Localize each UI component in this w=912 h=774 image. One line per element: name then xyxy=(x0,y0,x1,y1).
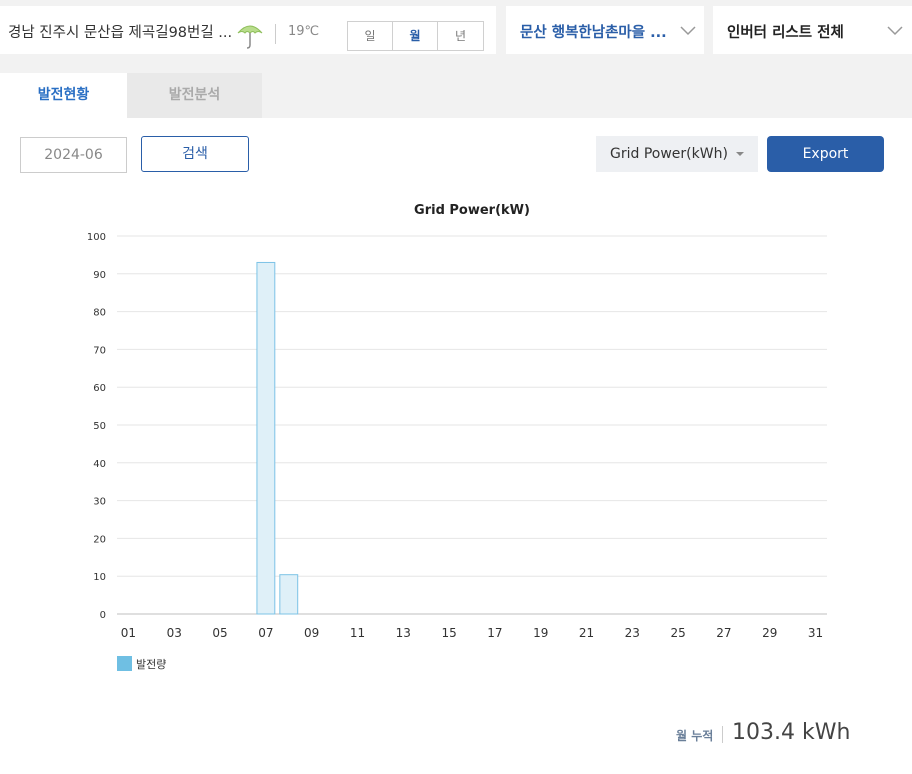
y-tick-label: 80 xyxy=(93,308,106,319)
x-tick-label: 05 xyxy=(212,626,227,640)
y-tick-label: 70 xyxy=(93,345,106,356)
x-tick-label: 27 xyxy=(716,626,731,640)
x-tick-label: 11 xyxy=(350,626,365,640)
period-toggle: 일 월 년 xyxy=(347,21,484,51)
y-tick-label: 100 xyxy=(87,232,106,243)
chevron-down-icon xyxy=(887,26,903,36)
period-day-button[interactable]: 일 xyxy=(348,22,393,50)
y-tick-label: 10 xyxy=(93,572,106,583)
x-tick-label: 09 xyxy=(304,626,319,640)
y-tick-label: 90 xyxy=(93,270,106,281)
bar-series xyxy=(256,261,299,615)
main-content: 2024-06 검색 Grid Power(kWh) Export Grid P… xyxy=(0,118,912,774)
inverter-select[interactable]: 인버터 리스트 전체 xyxy=(713,6,912,54)
x-tick-label: 29 xyxy=(762,626,777,640)
x-tick-label: 23 xyxy=(625,626,640,640)
legend-swatch xyxy=(117,656,132,671)
chart-grid xyxy=(117,235,827,615)
y-tick-label: 40 xyxy=(93,459,106,470)
x-axis: 01 03 05 07 09 11 13 15 17 19 21 23 25 27 29 31 xyxy=(121,626,823,640)
monthly-total-value: 103.4 kWh xyxy=(732,720,851,745)
x-tick-label: 01 xyxy=(121,626,136,640)
location-text: 경남 진주시 문산읍 제곡길98번길 ... xyxy=(8,25,233,41)
x-tick-label: 31 xyxy=(808,626,823,640)
chart-title: Grid Power(kW) xyxy=(414,203,530,218)
x-tick-label: 13 xyxy=(396,626,411,640)
umbrella-icon xyxy=(237,25,263,49)
y-axis: 0 10 20 30 40 50 60 70 80 90 100 xyxy=(87,232,106,621)
tab-generation-status[interactable]: 발전현황 xyxy=(0,73,127,118)
y-tick-label: 30 xyxy=(93,497,106,508)
location-panel: 경남 진주시 문산읍 제곡길98번길 ... 19℃ 일 월 년 xyxy=(0,6,496,54)
chart-legend: 발전량 xyxy=(117,656,166,671)
x-tick-label: 15 xyxy=(441,626,456,640)
grid-power-chart: Grid Power(kW) 0102030405060708090100 01… xyxy=(87,203,827,671)
tab-bar: 발전현황 발전분석 xyxy=(0,60,912,118)
y-tick-label: 50 xyxy=(93,421,106,432)
monthly-total-label: 월 누적 xyxy=(676,729,714,743)
x-tick-label: 21 xyxy=(579,626,594,640)
bar xyxy=(256,261,276,615)
legend-label: 발전량 xyxy=(136,658,166,671)
inverter-select-label: 인버터 리스트 전체 xyxy=(727,25,844,41)
period-year-button[interactable]: 년 xyxy=(438,22,483,50)
x-tick-label: 07 xyxy=(258,626,273,640)
x-tick-label: 17 xyxy=(487,626,502,640)
divider xyxy=(722,726,723,743)
y-tick-label: 20 xyxy=(93,534,106,545)
chevron-down-icon xyxy=(680,26,696,36)
x-tick-label: 19 xyxy=(533,626,548,640)
bar xyxy=(279,574,299,615)
temperature: 19℃ xyxy=(288,24,320,39)
x-tick-label: 03 xyxy=(167,626,182,640)
y-tick-label: 0 xyxy=(100,610,106,621)
tab-generation-analysis[interactable]: 발전분석 xyxy=(127,73,262,118)
divider xyxy=(275,24,276,44)
top-bar: 경남 진주시 문산읍 제곡길98번길 ... 19℃ 일 월 년 문산 행복한남… xyxy=(0,0,912,60)
period-month-button[interactable]: 월 xyxy=(393,22,438,50)
x-tick-label: 25 xyxy=(670,626,685,640)
y-tick-label: 60 xyxy=(93,383,106,394)
site-select[interactable]: 문산 행복한남촌마을 ... xyxy=(506,6,704,54)
site-select-label: 문산 행복한남촌마을 ... xyxy=(520,25,667,41)
